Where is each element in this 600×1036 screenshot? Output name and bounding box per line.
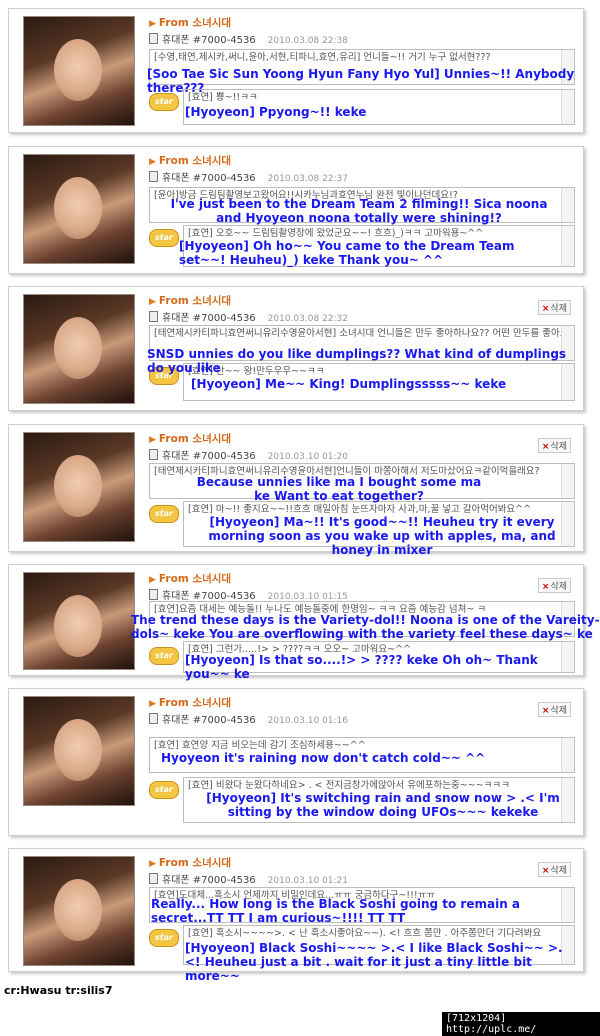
star-icon: star [149, 93, 179, 111]
avatar [23, 294, 135, 404]
delete-button[interactable]: ×삭제 [537, 438, 571, 453]
message-panel-3: ▶ From 소녀시대 휴대폰 #7000-4536 2010.03.08 22:3… [8, 286, 584, 411]
reply-translation: [Hyoyeon] Black Soshi~~~~ >.< I like Bla… [185, 941, 563, 983]
reply-translation: [Hyoyeon] Is that so....!> > ???? keke O… [185, 653, 538, 681]
message-panel-6: ▶ From 소녀시대 휴대폰 #7000-4536 2010.03.10 01:1… [8, 688, 584, 836]
delete-button[interactable]: ×삭제 [537, 862, 571, 877]
from-label: ▶ From 소녀시대 [149, 17, 232, 29]
message-panel-1: ▶ From 소녀시대 휴대폰 #7000-4536 2010.03.08 22:3… [8, 8, 584, 133]
delete-button[interactable]: ×삭제 [537, 702, 571, 717]
from-label: ▶ From 소녀시대 [149, 433, 232, 445]
star-icon: star [149, 781, 179, 799]
phone-icon [149, 873, 158, 884]
credit-text: cr:Hwasu tr:silis7 [4, 984, 113, 997]
arrow-icon: ▶ [149, 297, 156, 307]
phone-icon [149, 311, 158, 322]
sender-line: 휴대폰 #7000-4536 2010.03.10 01:20 [149, 447, 348, 462]
arrow-icon: ▶ [149, 19, 156, 29]
delete-button[interactable]: ×삭제 [537, 578, 571, 593]
sender-line: 휴대폰 #7000-4536 2010.03.08 22:38 [149, 31, 348, 46]
phone-icon [149, 449, 158, 460]
avatar [23, 432, 135, 542]
scrollbar[interactable] [561, 464, 574, 498]
arrow-icon: ▶ [149, 575, 156, 585]
sender-line: 휴대폰 #7000-4536 2010.03.10 01:21 [149, 871, 348, 886]
reply-translation: [Hyoyeon] Me~~ King! Dumplingsssss~~ kek… [191, 377, 507, 391]
sender-line: 휴대폰 #7000-4536 2010.03.10 01:15 [149, 587, 348, 602]
sender-line: 휴대폰 #7000-4536 2010.03.08 22:37 [149, 169, 348, 184]
reply-translation: [Hyoyeon] Oh ho~~ You came to the Dream … [179, 239, 515, 267]
phone-icon [149, 589, 158, 600]
phone-icon [149, 713, 158, 724]
sender-line: 휴대폰 #7000-4536 2010.03.08 22:32 [149, 309, 348, 324]
comment-translation: Really... How long is the Black Soshi go… [151, 897, 521, 925]
watermark: [712x1204] http://uplc.me/ [442, 1012, 600, 1036]
comment-translation: Because unnies like ma I bought some ma … [196, 475, 482, 503]
from-label: ▶ From 소녀시대 [149, 295, 232, 307]
message-panel-7: ▶ From 소녀시대 휴대폰 #7000-4536 2010.03.10 01:2… [8, 848, 584, 983]
scrollbar[interactable] [561, 226, 574, 266]
message-panel-5: ▶ From 소녀시대 휴대폰 #7000-4536 2010.03.10 01:1… [8, 564, 600, 681]
reply-translation: [Hyoyeon] Ppyong~!! keke [185, 105, 367, 119]
scrollbar[interactable] [561, 188, 574, 222]
phone-icon [149, 33, 158, 44]
arrow-icon: ▶ [149, 157, 156, 167]
avatar [23, 154, 135, 264]
avatar [23, 696, 135, 806]
star-icon: star [149, 229, 179, 247]
comment-translation: [Soo Tae Sic Sun Yoong Hyun Fany Hyo Yul… [147, 67, 575, 95]
message-panel-4: ▶ From 소녀시대 휴대폰 #7000-4536 2010.03.10 01:2… [8, 424, 584, 557]
comment-translation: I've just been to the Dream Team 2 filmi… [170, 197, 548, 225]
star-icon: star [149, 505, 179, 523]
comment-translation: The trend these days is the Variety-dol!… [131, 613, 600, 641]
star-icon: star [149, 647, 179, 665]
reply-translation: [Hyoyeon] Ma~!! It's good~~!! Heuheu try… [208, 515, 556, 557]
comment-text: [태연제시카티파니효연써니유리수영윤아서현] 소녀시대 언니들은 만두 좋아하나… [154, 328, 569, 339]
reply-translation: [Hyoyeon] It's switching rain and snow n… [206, 791, 560, 819]
comment-translation: Hyoyeon it's raining now don't catch col… [161, 751, 486, 765]
avatar [23, 856, 135, 966]
sender-line: 휴대폰 #7000-4536 2010.03.10 01:16 [149, 711, 348, 726]
phone-icon [149, 171, 158, 182]
arrow-icon: ▶ [149, 859, 156, 869]
arrow-icon: ▶ [149, 435, 156, 445]
avatar [23, 572, 135, 670]
reply-text: [효연] 흑소시~~~~>. < 난 흑소시좋아요~~). <! 흐흐 쫌만 .… [188, 928, 542, 939]
comment-translation: SNSD unnies do you like dumplings?? What… [147, 347, 567, 375]
from-label: ▶ From 소녀시대 [149, 857, 232, 869]
message-panel-2: ▶ From 소녀시대 휴대폰 #7000-4536 2010.03.08 22:3… [8, 146, 584, 274]
from-label: ▶ From 소녀시대 [149, 697, 232, 709]
delete-button[interactable]: ×삭제 [537, 300, 571, 315]
comment-text: [수영,태연,제시카,써니,윤아,서현,티파니,효연,유리] 언니들~!! 거기… [154, 52, 491, 63]
avatar [23, 16, 135, 126]
star-icon: star [149, 929, 179, 947]
from-label: ▶ From 소녀시대 [149, 573, 232, 585]
arrow-icon: ▶ [149, 699, 156, 709]
from-label: ▶ From 소녀시대 [149, 155, 232, 167]
